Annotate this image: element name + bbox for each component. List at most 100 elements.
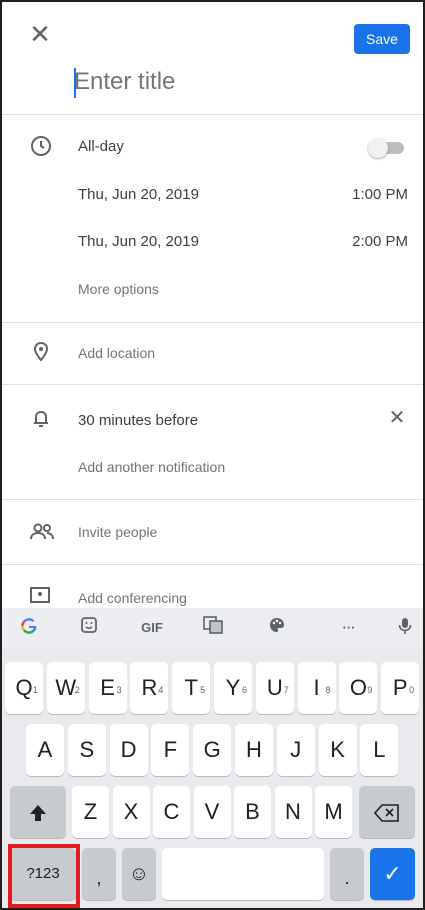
key-v[interactable]: V	[193, 786, 231, 838]
enter-key[interactable]: ✓	[370, 848, 415, 900]
more-options-link[interactable]: More options	[78, 281, 159, 297]
google-icon[interactable]	[14, 616, 44, 640]
key-p[interactable]: P0	[381, 662, 420, 714]
key-label: C	[163, 799, 180, 824]
key-label: R	[141, 675, 158, 700]
key-label: O	[349, 675, 367, 700]
key-hint: 7	[283, 685, 289, 695]
keyboard-suggestion-bar: GIF ···	[2, 608, 423, 648]
add-location[interactable]: Add location	[78, 345, 155, 361]
key-d[interactable]: D	[109, 724, 148, 776]
key-label: T	[184, 675, 198, 700]
key-label: V	[204, 799, 220, 824]
key-label: A	[37, 737, 53, 762]
key-label: Q	[15, 675, 33, 700]
key-label: H	[246, 737, 262, 762]
divider	[2, 499, 423, 500]
key-y[interactable]: Y6	[214, 662, 252, 714]
invite-people[interactable]: Invite people	[78, 524, 157, 540]
emoji-key[interactable]: ☺	[122, 848, 156, 900]
key-i[interactable]: I8	[297, 662, 336, 714]
key-w[interactable]: W2	[46, 662, 85, 714]
period-key[interactable]: .	[330, 848, 364, 900]
palette-icon[interactable]	[262, 616, 292, 640]
allday-label: All-day	[78, 138, 124, 155]
key-g[interactable]: G	[193, 724, 232, 776]
key-h[interactable]: H	[235, 724, 273, 776]
key-hint: 4	[158, 685, 164, 695]
allday-toggle[interactable]	[368, 138, 408, 158]
key-label: U	[266, 675, 283, 700]
key-j[interactable]: J	[276, 724, 315, 776]
key-l[interactable]: L	[360, 724, 399, 776]
key-label: J	[290, 737, 302, 762]
add-conferencing[interactable]: Add conferencing	[78, 590, 187, 606]
key-hint: 5	[200, 685, 206, 695]
key-x[interactable]: X	[112, 786, 150, 838]
more-icon[interactable]: ···	[334, 616, 364, 640]
key-m[interactable]: M	[315, 786, 352, 838]
key-f[interactable]: F	[151, 724, 190, 776]
start-date[interactable]: Thu, Jun 20, 2019	[78, 186, 199, 203]
translate-icon[interactable]	[198, 616, 228, 640]
bell-icon	[29, 406, 53, 430]
comma-key[interactable]: ,	[82, 848, 116, 900]
add-another-notification[interactable]: Add another notification	[78, 459, 225, 475]
key-c[interactable]: C	[153, 786, 190, 838]
backspace-key[interactable]	[359, 786, 415, 838]
people-icon	[29, 520, 54, 544]
location-pin-icon	[29, 340, 53, 364]
key-hint: 8	[325, 685, 331, 695]
key-b[interactable]: B	[234, 786, 271, 838]
divider	[2, 564, 423, 565]
end-date[interactable]: Thu, Jun 20, 2019	[78, 233, 199, 250]
remove-notification-icon[interactable]: ✕	[385, 406, 409, 430]
title-input[interactable]	[74, 62, 394, 102]
gif-icon[interactable]: GIF	[132, 616, 172, 640]
key-label: S	[79, 737, 95, 762]
shift-key[interactable]	[10, 786, 66, 838]
key-label: K	[330, 737, 345, 762]
key-label: M	[324, 799, 343, 824]
key-label: G	[203, 737, 221, 762]
sticker-icon[interactable]	[74, 616, 104, 640]
close-icon[interactable]: ✕	[26, 20, 54, 48]
key-label: Z	[83, 799, 98, 824]
divider	[2, 322, 423, 323]
key-label: B	[245, 799, 260, 824]
event-editor-screen: ✕ Save All-day Thu, Jun 20, 2019 1:00 PM…	[0, 0, 425, 910]
key-a[interactable]: A	[26, 724, 64, 776]
notification-label[interactable]: 30 minutes before	[78, 412, 198, 429]
key-hint: 9	[367, 685, 373, 695]
key-n[interactable]: N	[274, 786, 312, 838]
video-conference-icon	[29, 586, 53, 610]
key-label: N	[285, 799, 301, 824]
key-hint: 2	[74, 685, 80, 695]
key-q[interactable]: Q1	[5, 662, 43, 714]
start-time[interactable]: 1:00 PM	[312, 186, 408, 203]
end-time[interactable]: 2:00 PM	[312, 233, 408, 250]
key-label: F	[163, 737, 178, 762]
key-r[interactable]: R4	[130, 662, 169, 714]
highlight-box	[8, 844, 80, 908]
space-key[interactable]	[162, 848, 324, 900]
key-u[interactable]: U7	[255, 662, 294, 714]
clock-icon	[29, 134, 53, 158]
key-hint: 0	[409, 685, 415, 695]
divider	[2, 384, 423, 385]
key-label: P	[392, 675, 408, 700]
key-label: L	[373, 737, 386, 762]
key-t[interactable]: T5	[172, 662, 211, 714]
key-hint: 6	[241, 685, 247, 695]
key-z[interactable]: Z	[72, 786, 109, 838]
key-label: X	[123, 799, 139, 824]
mic-icon[interactable]	[390, 616, 420, 640]
key-e[interactable]: E3	[88, 662, 127, 714]
divider	[2, 114, 423, 115]
key-k[interactable]: K	[318, 724, 357, 776]
key-o[interactable]: O9	[339, 662, 378, 714]
key-label: I	[313, 675, 320, 700]
key-label: W	[55, 675, 77, 700]
key-s[interactable]: S	[67, 724, 106, 776]
save-button[interactable]: Save	[354, 24, 410, 54]
